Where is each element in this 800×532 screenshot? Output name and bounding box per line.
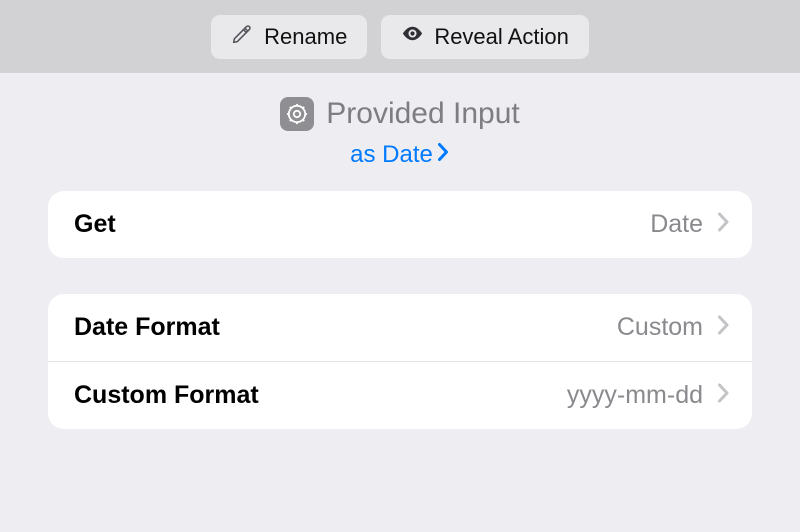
reveal-action-button-label: Reveal Action — [434, 24, 569, 50]
rename-button[interactable]: Rename — [211, 15, 367, 59]
content: Get Date Date Format Custom — [0, 191, 800, 429]
eye-icon — [401, 22, 424, 51]
row-date-format[interactable]: Date Format Custom — [48, 294, 752, 361]
as-date-link[interactable]: as Date — [350, 141, 450, 169]
row-label: Date Format — [74, 313, 220, 342]
toolbar: Rename Reveal Action — [0, 0, 800, 73]
row-label: Get — [74, 210, 116, 239]
header-top: Provided Input — [280, 97, 519, 131]
header: Provided Input as Date — [0, 73, 800, 191]
pencil-icon — [231, 22, 254, 51]
row-get[interactable]: Get Date — [48, 191, 752, 258]
row-custom-format[interactable]: Custom Format yyyy-mm-dd — [48, 361, 752, 429]
row-label: Custom Format — [74, 381, 259, 410]
as-date-link-label: as Date — [350, 141, 433, 169]
row-value: Custom — [617, 313, 703, 342]
rename-button-label: Rename — [264, 24, 347, 50]
chevron-right-icon — [717, 211, 730, 238]
reveal-action-button[interactable]: Reveal Action — [381, 15, 589, 59]
chevron-right-icon — [717, 382, 730, 409]
page-title: Provided Input — [326, 97, 519, 131]
gear-icon — [280, 97, 314, 131]
group-format: Date Format Custom Custom Format yyyy-mm… — [48, 294, 752, 429]
group-get: Get Date — [48, 191, 752, 258]
row-value: Date — [650, 210, 703, 239]
chevron-right-icon — [717, 314, 730, 341]
row-value: yyyy-mm-dd — [567, 381, 703, 410]
chevron-right-icon — [437, 141, 450, 169]
